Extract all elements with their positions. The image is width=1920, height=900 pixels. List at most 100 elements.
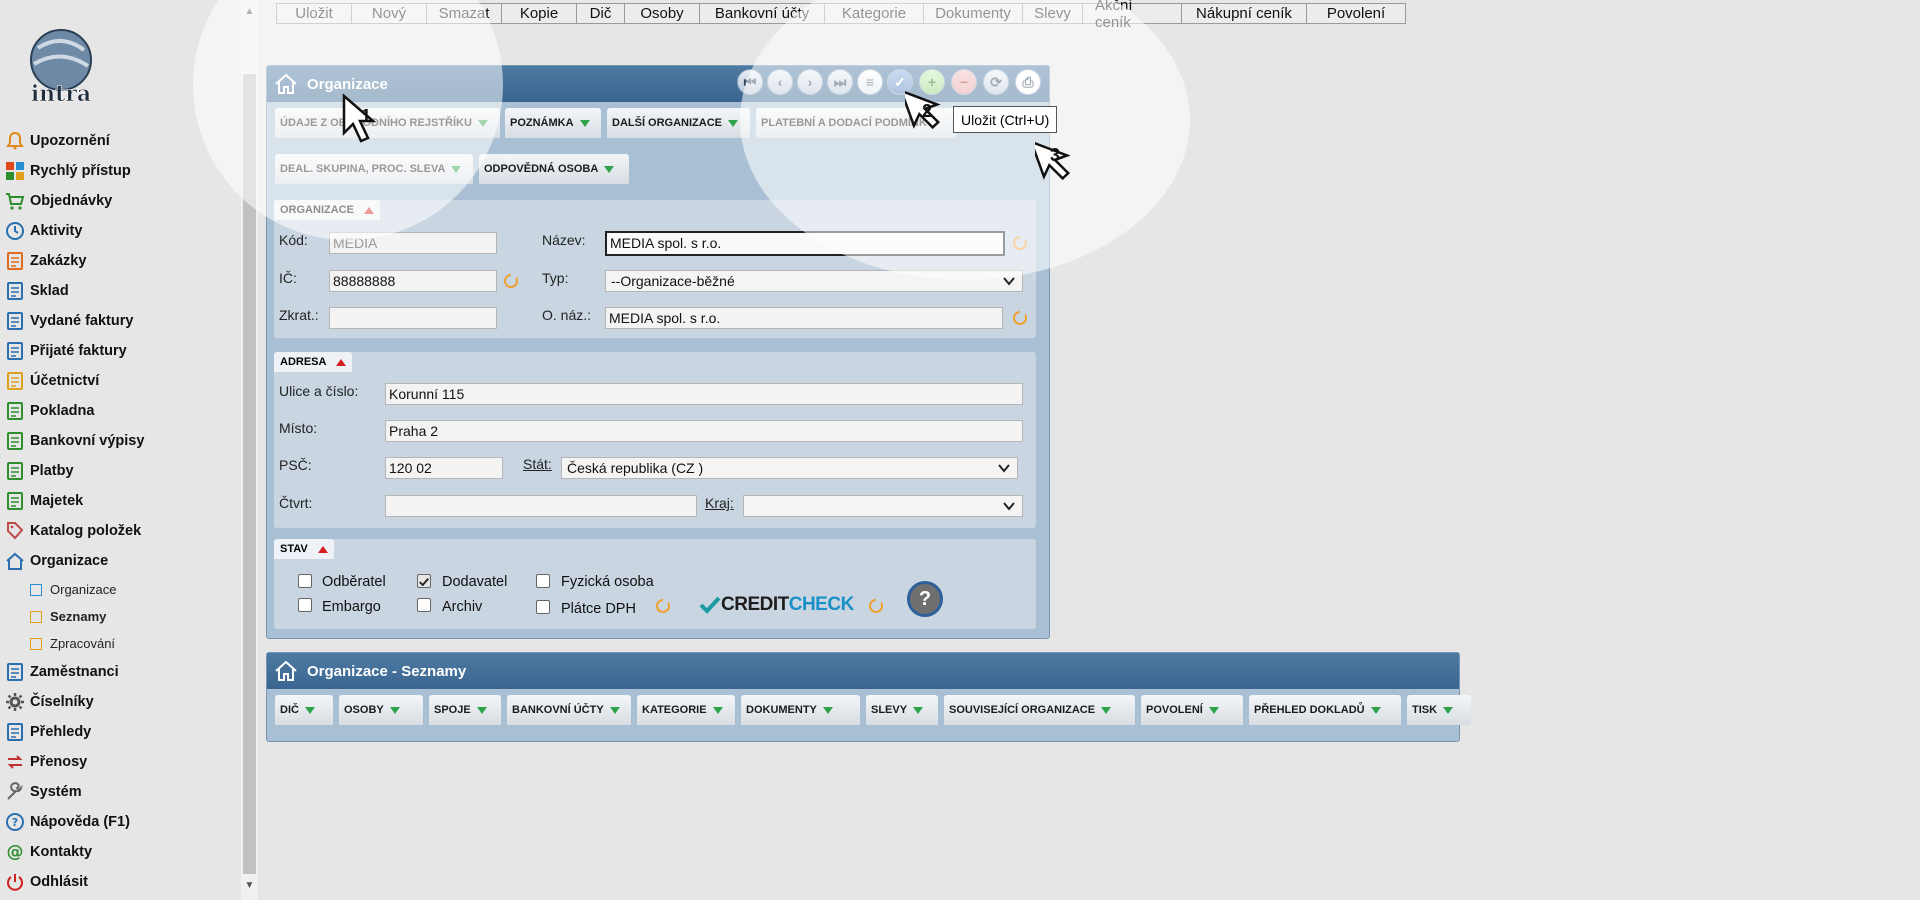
- toolbar-button[interactable]: Nákupní ceník: [1181, 3, 1307, 24]
- sidebar-item-rychlý-přístup[interactable]: Rychlý přístup: [0, 156, 236, 186]
- sidebar-item-majetek[interactable]: Majetek: [0, 486, 236, 516]
- zkrat-input[interactable]: [329, 307, 497, 329]
- list-icon[interactable]: ≡: [857, 69, 883, 95]
- fyzicka-osoba-checkbox[interactable]: [536, 574, 550, 588]
- toolbar-button[interactable]: Smazat: [426, 3, 502, 24]
- kraj-link[interactable]: Kraj:: [705, 495, 734, 511]
- home-icon[interactable]: [273, 71, 299, 97]
- toolbar-button[interactable]: Bankovní účty: [699, 3, 825, 24]
- toolbar-button[interactable]: Uložit: [276, 3, 352, 24]
- tab-deal-skupina[interactable]: DEAL. SKUPINA, PROC. SLEVA: [275, 154, 473, 184]
- list-tab[interactable]: PŘEHLED DOKLADŮ: [1249, 695, 1401, 725]
- sidebar: intra Upozornění Rychlý přístup Objednávky…: [0, 0, 240, 900]
- sidebar-item-aktivity[interactable]: Aktivity: [0, 216, 236, 246]
- tab-poznamka[interactable]: POZNÁMKA: [505, 108, 601, 138]
- tab-udaje-or[interactable]: ÚDAJE Z OBCHODNÍHO REJSTŘÍKU: [275, 108, 500, 138]
- list-tab[interactable]: BANKOVNÍ ÚČTY: [507, 695, 631, 725]
- sidebar-item-nápověda-f1-[interactable]: ? Nápověda (F1): [0, 807, 236, 837]
- print-icon[interactable]: ⎙: [1015, 69, 1041, 95]
- refresh-icon[interactable]: [654, 597, 672, 615]
- toolbar-button[interactable]: Slevy: [1022, 3, 1083, 24]
- first-record-icon[interactable]: ⏮: [737, 69, 763, 95]
- toolbar-button[interactable]: Kategorie: [824, 3, 924, 24]
- sidebar-scrollbar-thumb[interactable]: [243, 74, 256, 874]
- list-tab[interactable]: DOKUMENTY: [741, 695, 860, 725]
- odberatel-checkbox[interactable]: [298, 574, 312, 588]
- sidebar-item-pokladna[interactable]: Pokladna: [0, 396, 236, 426]
- list-tab[interactable]: DIČ: [275, 695, 333, 725]
- list-tab[interactable]: KATEGORIE: [637, 695, 735, 725]
- home-icon[interactable]: [273, 658, 299, 684]
- toolbar-button[interactable]: Osoby: [624, 3, 700, 24]
- archiv-checkbox[interactable]: [417, 598, 431, 612]
- ulice-input[interactable]: Korunní 115: [385, 383, 1023, 405]
- list-tab[interactable]: TISK: [1407, 695, 1471, 725]
- sidebar-subitem[interactable]: Zpracování: [0, 630, 236, 657]
- embargo-checkbox[interactable]: [298, 598, 312, 612]
- refresh-icon[interactable]: [1011, 234, 1029, 252]
- refresh-icon[interactable]: [1011, 309, 1029, 327]
- prev-record-icon[interactable]: ‹: [767, 69, 793, 95]
- last-record-icon[interactable]: ⏭: [827, 69, 853, 95]
- toolbar-button[interactable]: Akční ceník: [1082, 0, 1182, 31]
- sidebar-item-přijaté-faktury[interactable]: Přijaté faktury: [0, 336, 236, 366]
- stat-link[interactable]: Stát:: [523, 456, 552, 472]
- sidebar-item-přenosy[interactable]: Přenosy: [0, 747, 236, 777]
- nazev-input[interactable]: MEDIA spol. s r.o.: [605, 231, 1005, 256]
- sidebar-item-vydané-faktury[interactable]: Vydané faktury: [0, 306, 236, 336]
- refresh-icon[interactable]: ⟳: [983, 69, 1009, 95]
- section-title[interactable]: ORGANIZACE: [274, 200, 380, 220]
- sidebar-item-účetnictví[interactable]: Účetnictví: [0, 366, 236, 396]
- toolbar-button[interactable]: Kopie: [501, 3, 577, 24]
- sidebar-item-systém[interactable]: Systém: [0, 777, 236, 807]
- toolbar-button[interactable]: Dič: [576, 3, 625, 24]
- section-title[interactable]: STAV: [274, 539, 334, 559]
- kod-input[interactable]: MEDIA: [329, 232, 497, 254]
- misto-input[interactable]: Praha 2: [385, 420, 1023, 442]
- sidebar-item-organizace[interactable]: Organizace: [0, 546, 236, 576]
- tab-dalsi-organizace[interactable]: DALŠÍ ORGANIZACE: [607, 108, 750, 138]
- scroll-down-icon[interactable]: ▼: [241, 878, 258, 894]
- sidebar-item-sklad[interactable]: Sklad: [0, 276, 236, 306]
- sidebar-item-upozornění[interactable]: Upozornění: [0, 126, 236, 156]
- help-icon[interactable]: ?: [907, 581, 943, 617]
- ctvrt-input[interactable]: [385, 495, 697, 517]
- creditcheck-logo[interactable]: CREDIT CHECK: [699, 594, 854, 616]
- ic-input[interactable]: 88888888: [329, 270, 497, 292]
- intra-logo[interactable]: intra: [18, 28, 104, 106]
- toolbar-button[interactable]: Dokumenty: [923, 3, 1023, 24]
- refresh-icon[interactable]: [502, 272, 520, 290]
- sidebar-item-přehledy[interactable]: Přehledy: [0, 717, 236, 747]
- toolbar-button[interactable]: Nový: [351, 3, 427, 24]
- delete-icon[interactable]: −: [951, 69, 977, 95]
- sidebar-item-zaměstnanci[interactable]: Zaměstnanci: [0, 657, 236, 687]
- sidebar-item-kontakty[interactable]: @ Kontakty: [0, 837, 236, 867]
- dodavatel-checkbox[interactable]: [417, 574, 431, 588]
- list-tab[interactable]: OSOBY: [339, 695, 423, 725]
- section-title[interactable]: ADRESA: [274, 352, 353, 372]
- onaz-input[interactable]: MEDIA spol. s r.o.: [605, 307, 1003, 329]
- typ-select[interactable]: --Organizace-běžné: [605, 270, 1023, 292]
- refresh-icon[interactable]: [867, 597, 885, 615]
- sidebar-item-katalog-položek[interactable]: Katalog položek: [0, 516, 236, 546]
- sidebar-subitem[interactable]: Organizace: [0, 576, 236, 603]
- sidebar-item-platby[interactable]: Platby: [0, 456, 236, 486]
- sidebar-item-zakázky[interactable]: Zakázky: [0, 246, 236, 276]
- stat-select[interactable]: Česká republika (CZ ): [561, 457, 1018, 479]
- list-tab[interactable]: SPOJE: [429, 695, 501, 725]
- next-record-icon[interactable]: ›: [797, 69, 823, 95]
- sidebar-item-bankovní-výpisy[interactable]: Bankovní výpisy: [0, 426, 236, 456]
- list-tab[interactable]: POVOLENÍ: [1141, 695, 1243, 725]
- sidebar-item-objednávky[interactable]: Objednávky: [0, 186, 236, 216]
- sidebar-item-odhlásit[interactable]: Odhlásit: [0, 867, 236, 897]
- sidebar-item-číselníky[interactable]: Číselníky: [0, 687, 236, 717]
- psc-input[interactable]: 120 02: [385, 457, 503, 479]
- kraj-select[interactable]: [743, 495, 1023, 517]
- scroll-up-icon[interactable]: ▲: [241, 4, 258, 20]
- tab-odpovedna-osoba[interactable]: ODPOVĚDNÁ OSOBA: [479, 154, 629, 184]
- sidebar-subitem[interactable]: Seznamy: [0, 603, 236, 630]
- list-tab[interactable]: SLEVY: [866, 695, 938, 725]
- toolbar-button[interactable]: Povolení: [1306, 3, 1406, 24]
- platce-dph-checkbox[interactable]: [536, 600, 550, 614]
- list-tab[interactable]: SOUVISEJÍCÍ ORGANIZACE: [944, 695, 1135, 725]
